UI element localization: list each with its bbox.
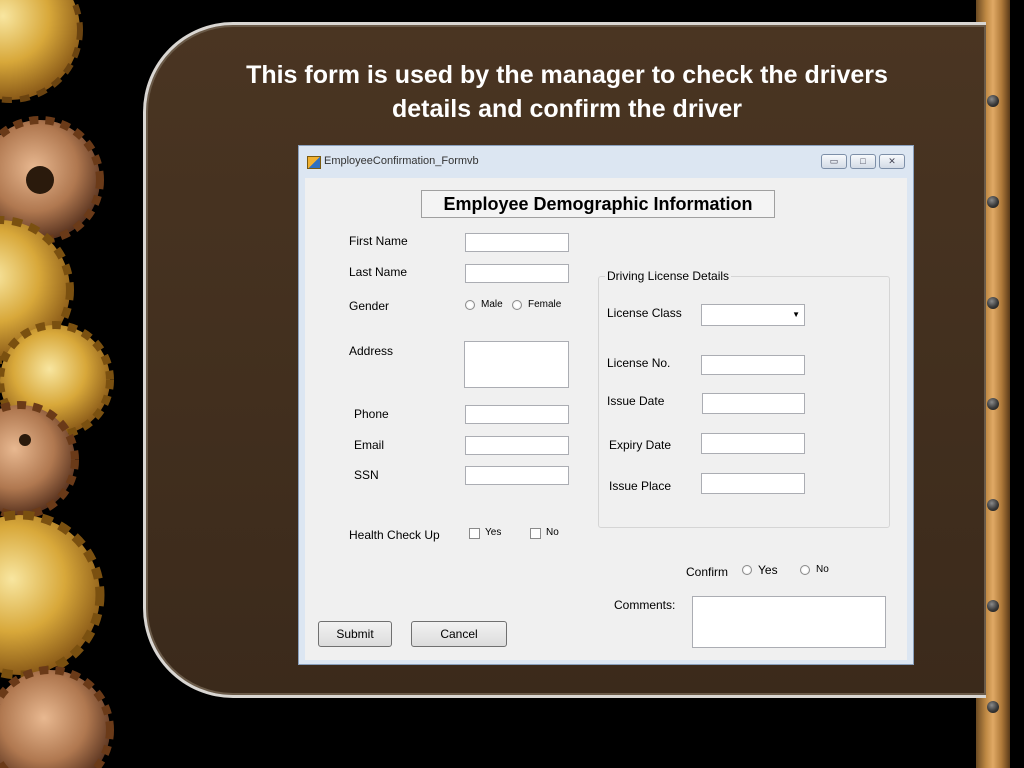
minimize-icon: ▭: [829, 156, 839, 166]
first-name-label: First Name: [349, 234, 408, 248]
close-button[interactable]: ✕: [879, 154, 905, 169]
gender-female-radio[interactable]: [512, 300, 522, 310]
gear-decoration: [0, 0, 120, 768]
rivet-icon: [987, 196, 999, 208]
issue-place-label: Issue Place: [609, 479, 672, 493]
rivet-icon: [987, 297, 999, 309]
issue-place-input[interactable]: [701, 473, 805, 494]
health-check-no-checkbox[interactable]: [530, 528, 541, 539]
last-name-label: Last Name: [349, 265, 408, 279]
issue-date-label: Issue Date: [607, 394, 665, 408]
app-icon: [307, 156, 321, 169]
last-name-input[interactable]: [465, 264, 569, 283]
gender-male-radio[interactable]: [465, 300, 475, 310]
phone-label: Phone: [354, 407, 389, 421]
slide-title-line-2: details and confirm the driver: [391, 95, 743, 123]
slide-title-line-1: This form is used by the manager to chec…: [246, 61, 888, 89]
gears-icon: [0, 0, 114, 768]
address-textarea[interactable]: [464, 341, 569, 388]
submit-button[interactable]: Submit: [318, 621, 392, 647]
rivet-icon: [987, 600, 999, 612]
form-client-area: Employee Demographic Information First N…: [305, 178, 907, 660]
window-title: EmployeeConfirmation_Formvb: [324, 155, 479, 167]
comments-textarea[interactable]: [692, 596, 886, 648]
minimize-button[interactable]: ▭: [821, 154, 847, 169]
rivet-icon: [987, 398, 999, 410]
issue-date-input[interactable]: [702, 393, 805, 414]
rivet-icon: [987, 499, 999, 511]
email-input[interactable]: [465, 436, 569, 455]
email-label: Email: [354, 438, 385, 452]
expiry-date-label: Expiry Date: [609, 438, 672, 452]
rivet-icon: [987, 95, 999, 107]
phone-input[interactable]: [465, 405, 569, 424]
gender-female-label: Female: [528, 299, 562, 310]
confirm-no-label: No: [816, 564, 829, 575]
health-check-no-label: No: [546, 527, 559, 538]
employee-confirmation-window: EmployeeConfirmation_Formvb ▭ □ ✕ Employ…: [298, 145, 914, 665]
cancel-button[interactable]: Cancel: [411, 621, 507, 647]
confirm-label: Confirm: [686, 565, 729, 579]
health-check-yes-checkbox[interactable]: [469, 528, 480, 539]
maximize-button[interactable]: □: [850, 154, 876, 169]
close-icon: ✕: [888, 156, 896, 166]
confirm-yes-radio[interactable]: [742, 565, 752, 575]
chevron-down-icon[interactable]: ▼: [792, 310, 800, 319]
license-class-dropdown[interactable]: ▼: [701, 304, 805, 326]
license-no-label: License No.: [607, 356, 671, 370]
driving-license-group-title: Driving License Details: [605, 269, 732, 283]
address-label: Address: [349, 344, 394, 358]
rivet-icon: [987, 701, 999, 713]
window-titlebar[interactable]: EmployeeConfirmation_Formvb ▭ □ ✕: [299, 146, 913, 178]
confirm-no-radio[interactable]: [800, 565, 810, 575]
ssn-label: SSN: [354, 468, 379, 482]
health-check-yes-label: Yes: [485, 527, 502, 538]
gender-label: Gender: [349, 299, 390, 313]
license-class-label: License Class: [607, 306, 682, 320]
first-name-input[interactable]: [465, 233, 569, 252]
confirm-yes-label: Yes: [758, 563, 778, 577]
form-heading: Employee Demographic Information: [421, 190, 775, 218]
ssn-input[interactable]: [465, 466, 569, 485]
comments-label: Comments:: [614, 598, 676, 612]
gender-male-label: Male: [481, 299, 503, 310]
maximize-icon: □: [860, 156, 866, 166]
health-check-label: Health Check Up: [349, 528, 440, 542]
slide-title: This form is used by the manager to chec…: [200, 58, 934, 126]
expiry-date-input[interactable]: [701, 433, 805, 454]
license-no-input[interactable]: [701, 355, 805, 375]
